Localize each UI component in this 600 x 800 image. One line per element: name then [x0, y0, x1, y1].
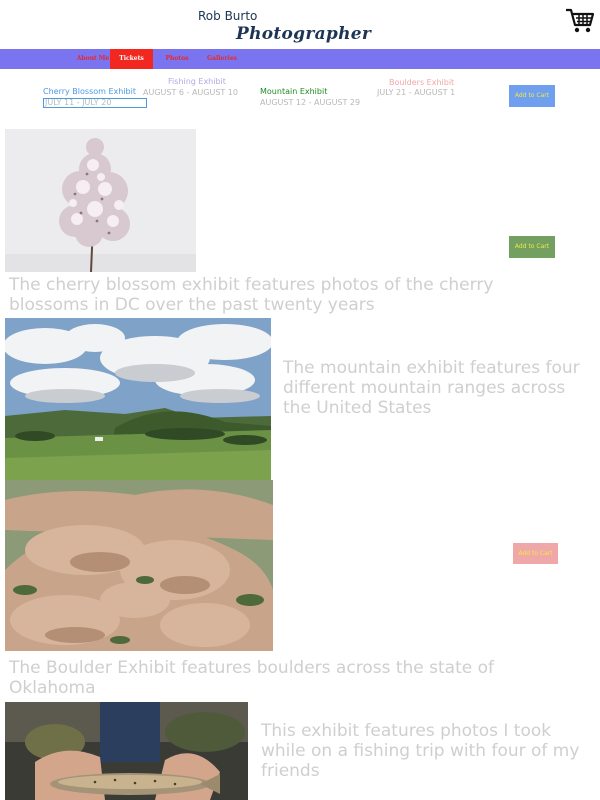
nav-galleries[interactable]: Galleries: [203, 49, 241, 69]
boulder-photo: [5, 480, 273, 651]
fishing-exhibit-description: This exhibit features photos I took whil…: [261, 721, 580, 781]
mountain-exhibit-label: Mountain Exhibit: [260, 87, 328, 96]
main-nav: About Me Tickets Photos Galleries: [0, 49, 600, 69]
site-header: Rob Burto Photographer: [0, 0, 600, 50]
cherry-exhibit-dates[interactable]: JULY 11 - JULY 20: [43, 98, 147, 108]
boulders-exhibit-label: Boulders Exhibit: [389, 78, 455, 87]
boulders-exhibit-dates: JULY 21 - AUGUST 1: [377, 88, 456, 97]
cherry-blossom-photo: [5, 129, 196, 272]
fishing-photo: [5, 702, 248, 800]
site-owner-name: Rob Burto: [198, 9, 258, 23]
shopping-cart-icon[interactable]: [565, 6, 595, 36]
mountain-exhibit-description: The mountain exhibit features four diffe…: [283, 358, 580, 418]
nav-tickets[interactable]: Tickets: [110, 49, 153, 69]
add-to-cart-button-blue[interactable]: Add to Cart: [509, 85, 555, 107]
boulder-exhibit-description: The Boulder Exhibit features boulders ac…: [9, 658, 494, 698]
site-logo-text: Photographer: [236, 24, 372, 44]
add-to-cart-button-green[interactable]: Add to Cart: [509, 236, 555, 258]
cherry-exhibit-description: The cherry blossom exhibit features phot…: [9, 275, 494, 315]
nav-photos[interactable]: Photos: [162, 49, 192, 69]
mountain-photo: [5, 318, 271, 480]
mountain-exhibit-dates: AUGUST 12 - AUGUST 29: [260, 98, 361, 107]
fishing-exhibit-dates: AUGUST 6 - AUGUST 10: [143, 88, 239, 97]
cherry-exhibit-label: Cherry Blossom Exhibit: [43, 87, 136, 96]
nav-about-me[interactable]: About Me: [76, 49, 110, 69]
fishing-exhibit-label: Fishing Exhibit: [168, 77, 226, 86]
add-to-cart-button-pink[interactable]: Add to Cart: [513, 543, 558, 564]
